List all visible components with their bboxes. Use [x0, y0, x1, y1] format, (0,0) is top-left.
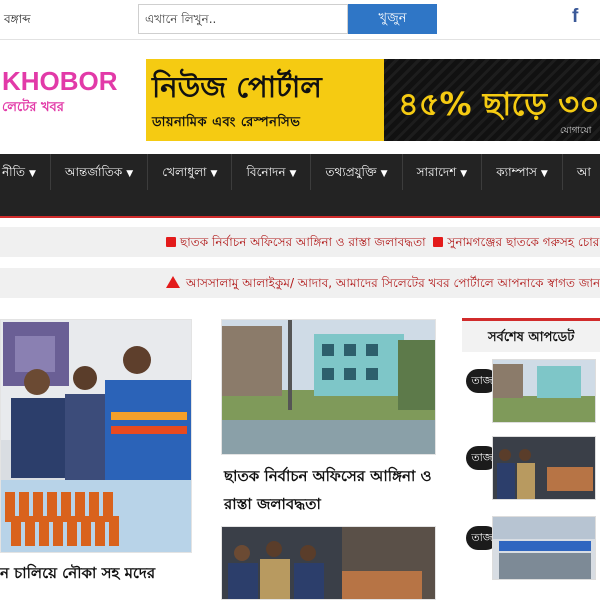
- banner-dark-panel: ৪৫% ছাড়ে ৩০ যোগাযো: [384, 59, 600, 141]
- caret-down-icon: ▼: [126, 169, 134, 179]
- story-image-cattle-thief[interactable]: [221, 526, 436, 600]
- latest-updates-header: সর্বশেষ আপডেট: [462, 318, 600, 352]
- sidebar-thumbnail: [492, 516, 596, 580]
- police-cattle-photo: [222, 527, 435, 599]
- nav-item-label: আ: [576, 165, 591, 179]
- latest-updates-title: সর্বশেষ আপডেট: [488, 330, 575, 345]
- caret-down-icon: ▼: [289, 169, 297, 179]
- sidebar-item[interactable]: তাজ: [462, 359, 600, 427]
- site-logo-tagline: লেটের খবর: [2, 100, 64, 115]
- search-button[interactable]: খুজুন: [348, 4, 437, 34]
- story-image-election-office[interactable]: [221, 319, 436, 455]
- lead-story-title[interactable]: ন চালিয়ে নৌকা সহ মদের: [0, 562, 155, 587]
- warning-icon: [166, 276, 180, 288]
- cattle-thumbnail: [493, 437, 595, 499]
- date-label: বঙ্গাব্দ: [4, 12, 31, 26]
- nav-item-label: সারাদেশ: [416, 165, 457, 179]
- nav-item-label: ক্যাম্পাস: [496, 165, 537, 179]
- site-logo[interactable]: KHOBOR: [2, 66, 118, 97]
- ticker-item[interactable]: ছাতক নির্বাচন অফিসের আঙ্গিনা ও রাস্তা জল…: [180, 235, 426, 249]
- caret-down-icon: ▼: [210, 169, 218, 179]
- main-nav: নীতি ▼ আন্তর্জাতিক ▼ খেলাধুলা ▼ বিনোদন ▼ তথ্যপ্র…: [0, 154, 600, 218]
- nav-item[interactable]: আ: [563, 154, 600, 190]
- breaking-news-ticker: ছাতক নির্বাচন অফিসের আঙ্গিনা ও রাস্তা জল…: [0, 227, 600, 257]
- building-thumbnail: [493, 360, 595, 422]
- caret-down-icon: ▼: [380, 169, 388, 179]
- top-bar: বঙ্গাব্দ খুজুন f: [0, 0, 600, 40]
- flooded-building-photo: [222, 320, 435, 454]
- ticker-track: ছাতক নির্বাচন অফিসের আঙ্গিনা ও রাস্তা জল…: [166, 234, 600, 254]
- sidebar-thumbnail: [492, 436, 596, 500]
- sidebar-item[interactable]: তাজ: [462, 516, 600, 584]
- nav-item[interactable]: সারাদেশ ▼: [403, 154, 483, 190]
- nav-item[interactable]: বিনোদন ▼: [232, 154, 312, 190]
- nav-item-label: তথ্যপ্রযুক্তি: [325, 165, 377, 179]
- caret-down-icon: ▼: [540, 169, 548, 179]
- sidebar-thumbnail: [492, 359, 596, 423]
- story-title-election-office[interactable]: ছাতক নির্বাচন অফিসের আঙ্গিনা ও রাস্তা জল…: [224, 462, 436, 518]
- police-photo-illustration: [1, 320, 191, 552]
- ad-banner[interactable]: নিউজ পোর্টাল ডায়নামিক এবং রেস্পনসিভ ৪৫%…: [146, 59, 600, 141]
- nav-row: নীতি ▼ আন্তর্জাতিক ▼ খেলাধুলা ▼ বিনোদন ▼ তথ্যপ্র…: [0, 154, 600, 190]
- bullet-square-icon: [166, 237, 176, 247]
- caret-down-icon: ▼: [29, 169, 36, 179]
- welcome-text: আসসালামু আলাইকুম/ আদাব, আমাদের সিলেটের খ…: [186, 276, 600, 290]
- nav-item[interactable]: নীতি ▼: [0, 154, 51, 190]
- banner-title: নিউজ পোর্টাল: [152, 70, 322, 104]
- banner-subtitle: ডায়নামিক এবং রেস্পনসিভ: [152, 115, 301, 130]
- welcome-track: আসসালামু আলাইকুম/ আদাব, আমাদের সিলেটের খ…: [166, 275, 600, 295]
- shop-thumbnail: [493, 517, 595, 579]
- nav-item-label: নীতি: [2, 165, 26, 179]
- bullet-square-icon: [433, 237, 444, 247]
- nav-item[interactable]: ক্যাম্পাস ▼: [482, 154, 563, 190]
- facebook-icon[interactable]: f: [572, 6, 578, 28]
- nav-item[interactable]: আন্তর্জাতিক ▼: [51, 154, 149, 190]
- nav-item[interactable]: খেলাধুলা ▼: [148, 154, 233, 190]
- lead-story-image[interactable]: [0, 319, 192, 553]
- banner-contact: যোগাযো: [560, 126, 592, 136]
- sidebar-item[interactable]: তাজ: [462, 436, 600, 504]
- nav-item-label: বিনোদন: [246, 165, 286, 179]
- nav-item[interactable]: তথ্যপ্রযুক্তি ▼: [311, 154, 403, 190]
- ticker-item[interactable]: সুনামগঞ্জের ছাতকে গরুসহ চোর গ্র: [447, 235, 600, 249]
- welcome-ticker: আসসালামু আলাইকুম/ আদাব, আমাদের সিলেটের খ…: [0, 268, 600, 298]
- banner-yellow-panel: নিউজ পোর্টাল ডায়নামিক এবং রেস্পনসিভ: [146, 59, 384, 141]
- nav-item-label: খেলাধুলা: [162, 165, 207, 179]
- nav-item-label: আন্তর্জাতিক: [64, 165, 123, 179]
- caret-down-icon: ▼: [460, 169, 468, 179]
- search-input[interactable]: [138, 4, 348, 34]
